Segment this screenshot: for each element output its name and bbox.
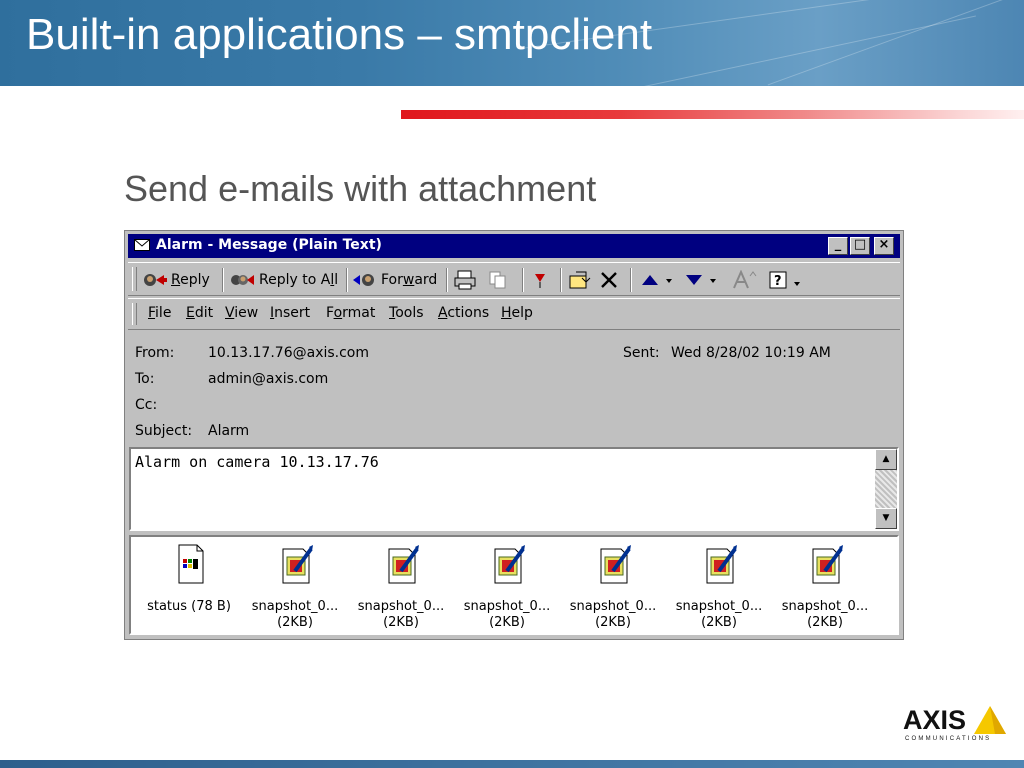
menubar-grip[interactable] xyxy=(132,303,137,325)
attachment-item[interactable]: snapshot_0... (2KB) xyxy=(349,543,453,630)
menu-bar: File Edit View Insert Format Tools Actio… xyxy=(128,298,900,330)
image-file-icon xyxy=(494,545,525,584)
reply-icon xyxy=(144,274,167,286)
sent-label: Sent: xyxy=(623,345,660,361)
image-file-icon xyxy=(706,545,737,584)
vertical-scrollbar[interactable]: ▲ ▼ xyxy=(875,449,897,529)
forward-button[interactable]: Forward xyxy=(352,269,437,291)
next-item-icon xyxy=(686,275,716,285)
scroll-up-button[interactable]: ▲ xyxy=(875,449,897,470)
move-to-folder-icon xyxy=(569,271,591,289)
toolbar-separator xyxy=(630,268,632,292)
attachment-item[interactable]: snapshot_0... (2KB) xyxy=(773,543,877,630)
subject-label: Subject: xyxy=(135,423,193,439)
help-icon: ? xyxy=(769,271,800,289)
forward-icon xyxy=(353,274,374,286)
flag-button[interactable] xyxy=(532,269,548,291)
toolbar-separator xyxy=(560,268,562,292)
menu-format[interactable]: Format xyxy=(326,305,375,321)
delete-icon xyxy=(601,272,617,288)
menu-tools[interactable]: Tools xyxy=(389,305,424,321)
from-value: 10.13.17.76@axis.com xyxy=(208,345,370,361)
toolbar-separator xyxy=(446,268,448,292)
text-file-icon xyxy=(178,544,204,584)
font-size-button[interactable] xyxy=(732,269,758,291)
red-divider xyxy=(401,110,1024,119)
axis-logo: AXIS COMMUNICATIONS xyxy=(903,703,1009,745)
menu-actions[interactable]: Actions xyxy=(438,305,489,321)
attachment-item[interactable]: snapshot_0... (2KB) xyxy=(561,543,665,630)
from-label: From: xyxy=(135,345,175,361)
menu-view[interactable]: View xyxy=(225,305,258,321)
slide-subtitle: Send e-mails with attachment xyxy=(124,168,597,209)
close-button[interactable]: × xyxy=(874,237,894,255)
attachments-pane: status (78 B) snapshot_0... (2KB) snapsh… xyxy=(129,535,899,635)
previous-item-icon xyxy=(642,275,672,285)
svg-text:?: ? xyxy=(774,274,782,289)
next-item-button[interactable] xyxy=(684,269,718,291)
maximize-button[interactable]: □ xyxy=(850,237,870,255)
print-button[interactable] xyxy=(454,269,476,291)
message-body[interactable]: Alarm on camera 10.13.17.76 ▲ ▼ xyxy=(129,447,899,531)
menu-help[interactable]: Help xyxy=(501,305,533,321)
cc-label: Cc: xyxy=(135,397,158,413)
attachment-item[interactable]: snapshot_0... (2KB) xyxy=(667,543,771,630)
minimize-button[interactable]: _ xyxy=(828,237,848,255)
toolbar-separator xyxy=(346,268,348,292)
copy-button[interactable] xyxy=(488,269,508,291)
logo-triangle-icon xyxy=(974,706,1006,734)
envelope-icon xyxy=(134,239,150,255)
copy-icon xyxy=(489,271,506,289)
slide-footer-band xyxy=(0,760,1024,768)
reply-all-button[interactable]: Reply to All xyxy=(230,269,338,291)
menu-insert[interactable]: Insert xyxy=(270,305,310,321)
image-file-icon xyxy=(812,545,843,584)
message-window: Alarm - Message (Plain Text) _ □ × Reply… xyxy=(124,230,904,640)
reply-all-icon xyxy=(231,275,254,285)
scroll-down-button[interactable]: ▼ xyxy=(875,508,897,529)
message-headers: From: 10.13.17.76@axis.com Sent: Wed 8/2… xyxy=(125,333,905,443)
logo-wordmark: AXIS xyxy=(903,705,967,735)
toolbar-separator xyxy=(522,268,524,292)
flag-icon xyxy=(535,274,545,288)
subject-value: Alarm xyxy=(208,423,250,439)
help-button[interactable]: ? xyxy=(768,269,806,291)
attachment-item[interactable]: snapshot_0... (2KB) xyxy=(455,543,559,630)
toolbar-grip[interactable] xyxy=(132,267,137,291)
move-to-folder-button[interactable] xyxy=(568,269,592,291)
to-label: To: xyxy=(135,371,155,387)
image-file-icon xyxy=(600,545,631,584)
to-value: admin@axis.com xyxy=(208,371,329,387)
delete-button[interactable] xyxy=(600,269,618,291)
toolbar-separator xyxy=(222,268,224,292)
window-titlebar[interactable]: Alarm - Message (Plain Text) _ □ × xyxy=(128,234,900,258)
menu-edit[interactable]: Edit xyxy=(186,305,213,321)
attachment-item[interactable]: snapshot_0... (2KB) xyxy=(243,543,347,630)
image-file-icon xyxy=(388,545,419,584)
window-title: Alarm - Message (Plain Text) xyxy=(156,237,382,253)
print-icon xyxy=(454,270,476,290)
font-size-icon xyxy=(733,270,757,289)
slide-title: Built-in applications – smtpclient xyxy=(26,10,653,59)
previous-item-button[interactable] xyxy=(640,269,674,291)
image-file-icon xyxy=(282,545,313,584)
logo-tagline: COMMUNICATIONS xyxy=(905,736,992,742)
message-body-text: Alarm on camera 10.13.17.76 xyxy=(135,453,379,471)
reply-button[interactable]: Reply xyxy=(142,269,210,291)
standard-toolbar: Reply Reply to All Forward ? xyxy=(128,262,900,296)
attachment-item[interactable]: status (78 B) xyxy=(137,543,241,615)
menu-file[interactable]: File xyxy=(148,305,171,321)
sent-value: Wed 8/28/02 10:19 AM xyxy=(671,345,831,361)
